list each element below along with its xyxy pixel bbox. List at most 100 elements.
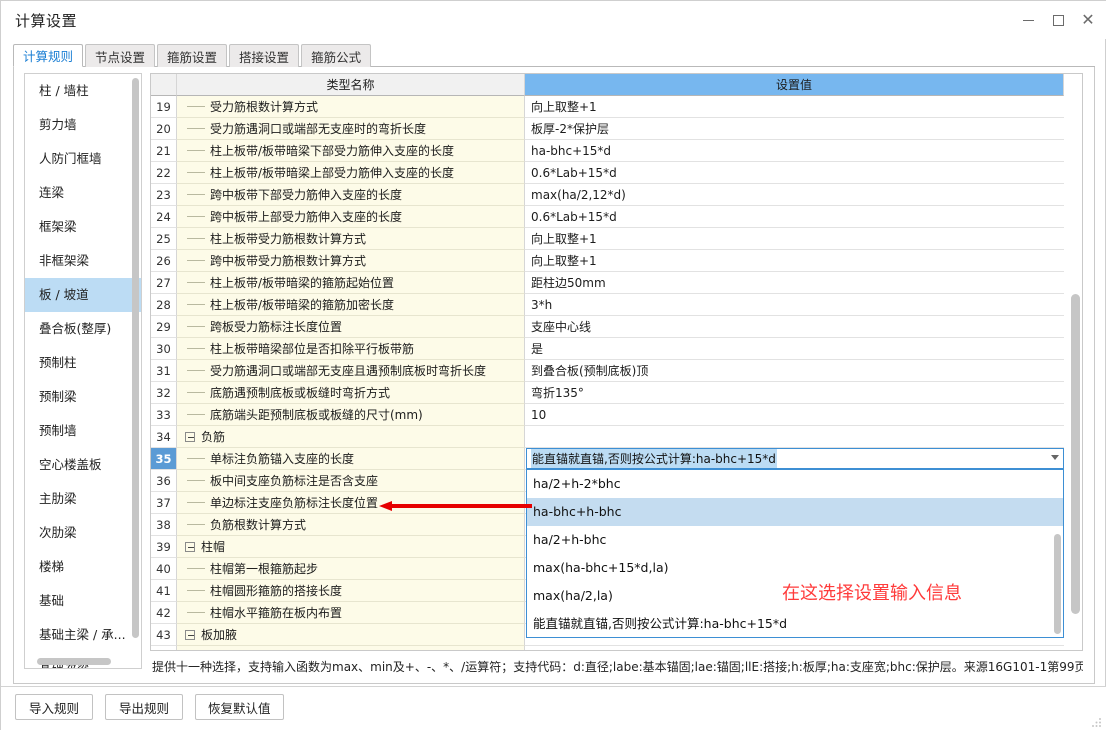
category-list: 柱 / 墙柱 剪力墙 人防门框墙 连梁 框架梁 非框架梁板 / 坡道 叠合板(整厚) 预制柱预… [25,74,141,668]
close-button[interactable]: ✕ [1073,5,1103,35]
sidebar-item-7[interactable]: 叠合板(整厚) [25,312,141,346]
sidebar-item-13[interactable]: 次肋梁 [25,516,141,550]
column-header-type-name[interactable]: 类型名称 [177,74,525,96]
sidebar-horizontal-scrollbar[interactable] [29,658,135,665]
dropdown-option-5[interactable]: 能直锚就直锚,否则按公式计算:ha-bhc+15*d [527,610,1063,637]
row-setting-value[interactable]: max(ha/2,12*d) [525,184,1064,206]
sidebar-scroll-thumb[interactable] [132,78,139,638]
close-icon: ✕ [1081,10,1095,29]
row-setting-value[interactable]: 0.6*Lab+15*d [525,206,1064,228]
table-row[interactable]: 32 底筋遇预制底板或板缝时弯折方式 弯折135° [151,382,1082,404]
collapse-minus-icon[interactable] [185,431,195,442]
dropdown-option-3[interactable]: max(ha-bhc+15*d,la) [527,554,1063,582]
sidebar-item-4[interactable]: 框架梁 [25,210,141,244]
page-title: 计算设置 [15,12,78,30]
dropdown-option-0[interactable]: ha/2+h-2*bhc [527,470,1063,498]
tree-dash-icon [187,216,205,217]
row-setting-value[interactable]: 弯折135° [525,382,1064,404]
category-sidebar[interactable]: 柱 / 墙柱 剪力墙 人防门框墙 连梁 框架梁 非框架梁板 / 坡道 叠合板(整厚) 预制柱预… [24,73,142,669]
row-setting-value[interactable]: 3*h [525,294,1064,316]
table-row[interactable]: 22 柱上板带/板带暗梁上部受力筋伸入支座的长度 0.6*Lab+15*d [151,162,1082,184]
setting-value-combobox[interactable]: 能直锚就直锚,否则按公式计算:ha-bhc+15*d [526,448,1064,469]
row-setting-value[interactable]: 向上取整+1 [525,96,1064,118]
sidebar-item-15[interactable]: 基础 [25,584,141,618]
dropdown-scroll-thumb[interactable] [1054,534,1061,634]
table-row[interactable]: 29 跨板受力筋标注长度位置 支座中心线 [151,316,1082,338]
tab-1[interactable]: 节点设置 [85,44,156,67]
table-row[interactable]: 33 底筋端头距预制底板或板缝的尺寸(mm) 10 [151,404,1082,426]
row-name-label: 柱上板带/板带暗梁的箍筋加密长度 [210,298,395,312]
sidebar-item-10[interactable]: 预制墙 [25,414,141,448]
row-name-label: 受力筋遇洞口或端部无支座时的弯折长度 [210,122,427,136]
table-vertical-scrollbar[interactable] [1071,98,1080,648]
row-type-name: 负筋根数计算方式 [177,514,525,536]
column-header-setting-value[interactable]: 设置值 [525,74,1064,96]
dropdown-option-2[interactable]: ha/2+h-bhc [527,526,1063,554]
sidebar-item-14[interactable]: 楼梯 [25,550,141,584]
row-setting-value[interactable]: 10 [525,404,1064,426]
table-row[interactable]: 19 受力筋根数计算方式 向上取整+1 [151,96,1082,118]
row-name-label: 跨中板带下部受力筋伸入支座的长度 [210,188,403,202]
sidebar-item-1[interactable]: 剪力墙 [25,108,141,142]
row-setting-value[interactable]: 向上取整+1 [525,228,1064,250]
row-setting-value[interactable]: 支座中心线 [525,316,1064,338]
tab-0[interactable]: 计算规则 [13,44,84,67]
table-row[interactable]: 26 跨中板带受力筋根数计算方式 向上取整+1 [151,250,1082,272]
sidebar-item-2[interactable]: 人防门框墙 [25,142,141,176]
table-row[interactable]: 20 受力筋遇洞口或端部无支座时的弯折长度 板厚-2*保护层 [151,118,1082,140]
row-type-name: 柱上板带/板带暗梁下部受力筋伸入支座的长度 [177,140,525,162]
row-setting-value[interactable]: 板厚-2*保护层 [525,118,1064,140]
collapse-minus-icon[interactable] [185,541,195,552]
sidebar-item-16[interactable]: 基础主梁 / 承... [25,618,141,652]
row-setting-value[interactable]: 0.6*Lab+15*d [525,162,1064,184]
sidebar-item-3[interactable]: 连梁 [25,176,141,210]
export-rules-button[interactable]: 导出规则 [105,694,183,720]
tree-dash-icon [187,128,205,129]
sidebar-item-11[interactable]: 空心楼盖板 [25,448,141,482]
resize-grip-icon[interactable] [1091,716,1103,728]
sidebar-item-5[interactable]: 非框架梁 [25,244,141,278]
table-row[interactable]: 21 柱上板带/板带暗梁下部受力筋伸入支座的长度 ha-bhc+15*d [151,140,1082,162]
table-row[interactable]: 25 柱上板带受力筋根数计算方式 向上取整+1 [151,228,1082,250]
import-rules-button[interactable]: 导入规则 [15,694,93,720]
sidebar-item-0[interactable]: 柱 / 墙柱 [25,74,141,108]
row-index: 34 [151,426,177,448]
sidebar-item-9[interactable]: 预制梁 [25,380,141,414]
row-setting-value[interactable]: 是 [525,338,1064,360]
tab-3[interactable]: 搭接设置 [229,44,300,67]
minimize-button[interactable] [1013,5,1043,35]
tree-dash-icon [187,282,205,283]
row-setting-value[interactable]: 到叠合板(预制底板)顶 [525,360,1064,382]
table-row[interactable]: 23 跨中板带下部受力筋伸入支座的长度 max(ha/2,12*d) [151,184,1082,206]
row-name-label: 底筋端头距预制底板或板缝的尺寸(mm) [210,408,423,422]
table-row[interactable]: 31 受力筋遇洞口或端部无支座且遇预制底板时弯折长度 到叠合板(预制底板)顶 [151,360,1082,382]
row-setting-value[interactable]: ha-bhc+15*d [525,140,1064,162]
column-header-index[interactable] [151,74,177,96]
sidebar-hscroll-thumb[interactable] [37,658,111,665]
combobox-dropdown-list[interactable]: ha/2+h-2*bhc ha-bhc+h-bhc ha/2+h-bhc max(ha… [526,469,1064,638]
sidebar-vertical-scrollbar[interactable] [132,78,139,650]
table-row[interactable]: 30 柱上板带暗梁部位是否扣除平行板带筋 是 [151,338,1082,360]
table-row[interactable]: 27 柱上板带/板带暗梁的箍筋起始位置 距柱边50mm [151,272,1082,294]
tab-2[interactable]: 箍筋设置 [157,44,228,67]
table-scroll-thumb[interactable] [1071,294,1080,614]
collapse-minus-icon[interactable] [185,629,195,640]
row-setting-value[interactable]: 距柱边50mm [525,272,1064,294]
row-setting-value[interactable] [525,426,1064,448]
table-row[interactable]: 44 加腋筋距端部的起步距离 s/2 [151,646,1082,650]
table-row[interactable]: 28 柱上板带/板带暗梁的箍筋加密长度 3*h [151,294,1082,316]
tab-4[interactable]: 箍筋公式 [301,44,372,67]
table-row[interactable]: 24 跨中板带上部受力筋伸入支座的长度 0.6*Lab+15*d [151,206,1082,228]
table-row[interactable]: 34 负筋 [151,426,1082,448]
row-setting-value[interactable]: s/2 [525,646,1064,650]
maximize-button[interactable] [1043,5,1073,35]
sidebar-item-8[interactable]: 预制柱 [25,346,141,380]
tree-dash-icon [187,480,205,481]
sidebar-item-6[interactable]: 板 / 坡道 [25,278,141,312]
row-setting-value[interactable]: 向上取整+1 [525,250,1064,272]
chevron-down-icon[interactable] [1051,455,1059,460]
sidebar-item-12[interactable]: 主肋梁 [25,482,141,516]
tree-dash-icon [187,304,205,305]
dropdown-option-1[interactable]: ha-bhc+h-bhc [527,498,1063,526]
restore-defaults-button[interactable]: 恢复默认值 [195,694,284,720]
